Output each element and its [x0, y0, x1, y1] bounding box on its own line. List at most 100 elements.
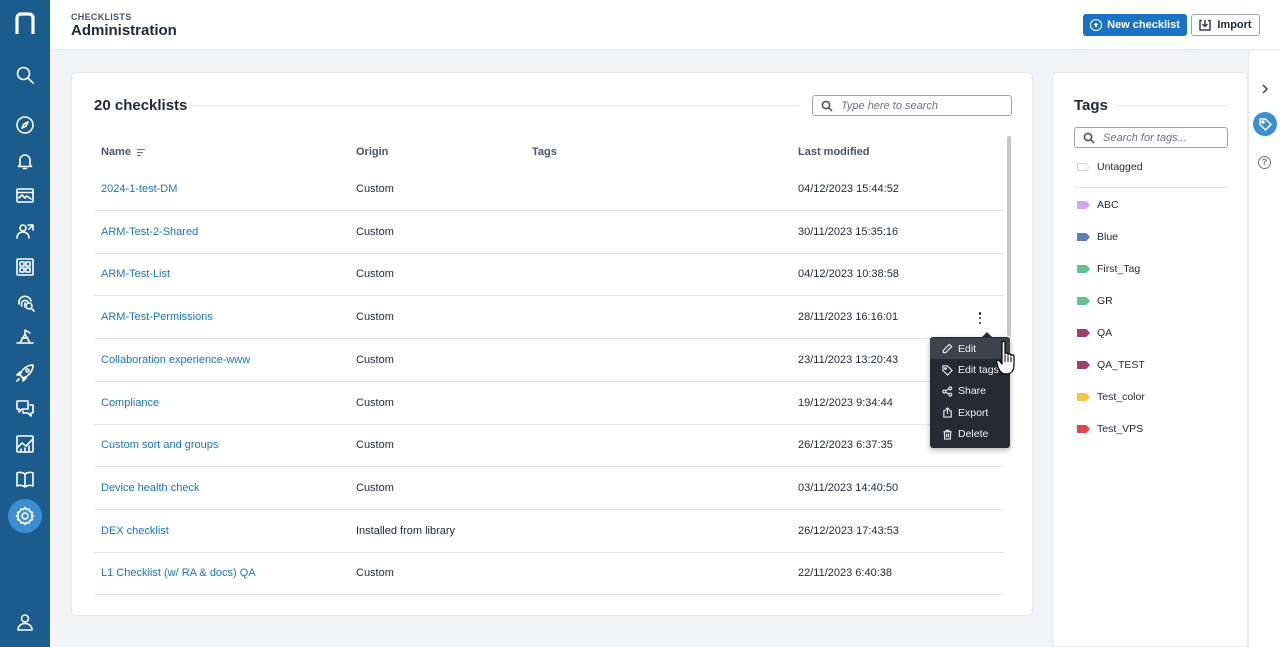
- import-label: Import: [1217, 19, 1252, 31]
- right-rail: ?: [1248, 50, 1280, 647]
- checklist-name-link[interactable]: ARM-Test-2-Shared: [101, 211, 198, 254]
- bell-icon[interactable]: [8, 144, 42, 178]
- new-checklist-label: New checklist: [1107, 19, 1180, 31]
- tag-item[interactable]: QA_TEST: [1077, 358, 1145, 372]
- menu-item-delete[interactable]: Delete: [930, 424, 1010, 445]
- fingerprint-icon[interactable]: [8, 285, 42, 319]
- divider: [193, 105, 799, 106]
- logo-icon[interactable]: [13, 12, 37, 36]
- checklist-origin: Custom: [356, 481, 394, 494]
- tag-label: QA_TEST: [1097, 359, 1145, 371]
- checklist-name-link[interactable]: 2024-1-test-DM: [101, 168, 177, 211]
- more-options-icon[interactable]: [974, 310, 986, 326]
- page-header: CHECKLISTS Administration New checklist …: [50, 0, 1280, 50]
- column-name-label: Name: [101, 146, 131, 158]
- checklist-name-link[interactable]: Device health check: [101, 467, 199, 510]
- search-box[interactable]: [812, 95, 1012, 116]
- checklist-origin: Custom: [356, 311, 394, 324]
- chevron-right-icon[interactable]: [1260, 84, 1270, 94]
- tag-icon: [1258, 117, 1272, 131]
- table-row[interactable]: ARM-Test-Permissions Custom 28/11/2023 16:…: [94, 296, 1004, 340]
- tag-item[interactable]: QA: [1077, 326, 1112, 340]
- tag-item[interactable]: Blue: [1077, 230, 1118, 244]
- table-row[interactable]: Device health check Custom 03/11/2023 14:4…: [94, 467, 1004, 510]
- tag-color-icon: [1077, 393, 1090, 401]
- table-row[interactable]: Compliance Custom 19/12/2023 9:34:44: [94, 382, 1004, 425]
- compass-icon[interactable]: [8, 108, 42, 142]
- chart-icon[interactable]: [8, 427, 42, 461]
- tags-panel: Tags Untagged ABC Blue First_Tag GR QA QA_TES…: [1052, 72, 1248, 647]
- search-icon: [821, 100, 833, 112]
- tag-color-icon: [1077, 329, 1090, 337]
- checklist-name-link[interactable]: Custom sort and groups: [101, 424, 218, 467]
- workflow-icon[interactable]: [8, 320, 42, 354]
- column-header-name[interactable]: Name: [101, 146, 145, 158]
- breadcrumb[interactable]: CHECKLISTS: [71, 12, 132, 22]
- trash-icon: [943, 429, 952, 440]
- new-checklist-button[interactable]: New checklist: [1083, 14, 1187, 36]
- tag-search-input[interactable]: [1103, 130, 1223, 146]
- checklist-last-modified: 04/12/2023 15:44:52: [798, 183, 899, 195]
- menu-item-label: Delete: [958, 428, 989, 441]
- checklist-name-link[interactable]: L1 Checklist (w/ RA & docs) QA: [101, 552, 256, 595]
- checklist-origin: Custom: [356, 439, 394, 452]
- checklist-name-link[interactable]: Compliance: [101, 382, 159, 425]
- tag-search-box[interactable]: [1074, 127, 1228, 148]
- menu-item-export[interactable]: Export: [930, 402, 1010, 423]
- checklist-last-modified: 23/11/2023 13:20:43: [798, 353, 899, 366]
- user-icon[interactable]: [8, 605, 42, 639]
- table-row[interactable]: Custom sort and groups Custom 26/12/2023 6…: [94, 424, 1004, 468]
- hand-cursor-icon: [996, 340, 1015, 375]
- table-row[interactable]: DEX checklist Installed from library 26/12…: [94, 510, 1004, 553]
- table-row[interactable]: ARM-Test-List Custom 04/12/2023 10:38:58: [94, 253, 1004, 297]
- checklist-name-link[interactable]: DEX checklist: [101, 510, 169, 553]
- help-icon[interactable]: ?: [1258, 156, 1271, 169]
- checklist-name-link[interactable]: Collaboration experience-www: [101, 339, 250, 382]
- sort-icon[interactable]: [136, 149, 145, 157]
- import-button[interactable]: Import: [1191, 14, 1260, 36]
- tags-toggle-button[interactable]: [1253, 112, 1277, 136]
- export-icon: [943, 407, 952, 419]
- rocket-icon[interactable]: [8, 356, 42, 390]
- tag-label: Test_VPS: [1097, 423, 1144, 435]
- checklists-card: 20 checklists Name Origin Tags Last modi…: [71, 72, 1033, 616]
- left-navigation: [0, 0, 50, 647]
- table-row[interactable]: Collaboration experience-www Custom 23/11/…: [94, 339, 1004, 382]
- checklist-name-link[interactable]: ARM-Test-Permissions: [101, 296, 213, 339]
- column-header-origin[interactable]: Origin: [356, 146, 388, 158]
- tag-color-icon: [1077, 201, 1090, 209]
- checklist-origin: Custom: [356, 225, 394, 238]
- tag-color-icon: [1077, 297, 1090, 305]
- menu-item-share[interactable]: Share: [930, 381, 1010, 402]
- checklist-last-modified: 26/12/2023 6:37:35: [798, 439, 893, 452]
- scrollbar[interactable]: [1007, 136, 1011, 336]
- divider: [1117, 105, 1227, 106]
- column-header-last-modified[interactable]: Last modified: [798, 146, 870, 158]
- column-header-tags[interactable]: Tags: [532, 146, 557, 158]
- table-row[interactable]: 2024-1-test-DM Custom 04/12/2023 15:44:52: [94, 168, 1004, 211]
- tag-label: ABC: [1097, 199, 1119, 211]
- gear-icon[interactable]: [8, 499, 42, 533]
- book-icon[interactable]: [8, 462, 42, 496]
- tag-item[interactable]: ABC: [1077, 198, 1119, 212]
- tag-item[interactable]: First_Tag: [1077, 262, 1140, 276]
- tag-untagged[interactable]: Untagged: [1077, 160, 1143, 174]
- tag-icon: [942, 364, 953, 376]
- tag-item[interactable]: GR: [1077, 294, 1113, 308]
- users-icon[interactable]: [8, 214, 42, 248]
- plus-circle-icon: [1090, 19, 1103, 31]
- tag-color-icon: [1077, 425, 1090, 433]
- chat-icon[interactable]: [8, 391, 42, 425]
- pencil-icon: [942, 343, 953, 354]
- table-row[interactable]: L1 Checklist (w/ RA & docs) QA Custom 22/1…: [94, 552, 1004, 596]
- monitor-icon[interactable]: [8, 179, 42, 213]
- checklist-name-link[interactable]: ARM-Test-List: [101, 253, 170, 296]
- tag-label: Untagged: [1097, 161, 1143, 173]
- tag-item[interactable]: Test_VPS: [1077, 422, 1143, 436]
- checklist-last-modified: 04/12/2023 10:38:58: [798, 268, 899, 281]
- table-row[interactable]: ARM-Test-2-Shared Custom 30/11/2023 15:35:…: [94, 211, 1004, 254]
- search-input[interactable]: [841, 98, 1006, 114]
- apps-icon[interactable]: [8, 250, 42, 284]
- tag-item[interactable]: Test_color: [1077, 390, 1145, 404]
- search-icon[interactable]: [8, 58, 42, 92]
